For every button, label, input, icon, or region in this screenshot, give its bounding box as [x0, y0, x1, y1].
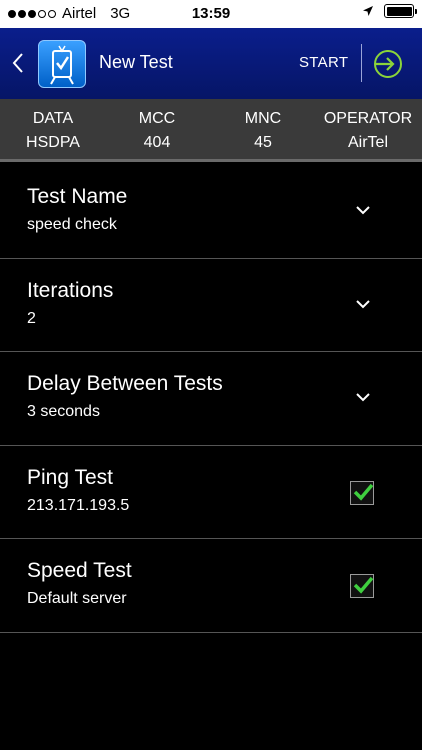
status-right	[362, 4, 417, 18]
setting-value: 3 seconds	[27, 403, 100, 420]
battery-icon	[384, 4, 417, 18]
info-operator: OPERATOR AirTel	[318, 107, 418, 155]
info-mnc-label: MNC	[244, 110, 282, 127]
info-mnc: MNC 45	[223, 107, 303, 155]
start-button[interactable]: START	[299, 54, 348, 71]
info-data-value: HSDPA	[26, 134, 80, 151]
arrow-circle-right-icon[interactable]	[372, 48, 404, 80]
chevron-down-icon[interactable]	[353, 297, 373, 311]
info-operator-label: OPERATOR	[323, 110, 413, 127]
checkmark-icon	[353, 483, 374, 501]
setting-delay[interactable]: Delay Between Tests 3 seconds	[0, 352, 422, 446]
status-bar: Airtel 3G 13:59	[0, 0, 422, 28]
nav-bar: New Test START	[0, 28, 422, 99]
setting-value: Default server	[27, 590, 127, 607]
info-mcc-label: MCC	[138, 110, 176, 127]
status-time: 13:59	[191, 5, 231, 22]
setting-value: speed check	[27, 216, 117, 233]
speed-test-checkbox[interactable]	[350, 574, 374, 598]
setting-title: Iterations	[27, 278, 114, 302]
info-operator-value: AirTel	[347, 134, 388, 151]
info-mcc-value: 404	[143, 134, 171, 151]
page-title: New Test	[99, 52, 173, 72]
chevron-down-icon[interactable]	[353, 390, 373, 404]
nav-divider	[361, 44, 362, 82]
setting-value: 213.171.193.5	[27, 496, 130, 514]
settings-list: Test Name speed check Iterations 2 Delay…	[0, 165, 422, 633]
setting-iterations[interactable]: Iterations 2	[0, 259, 422, 352]
setting-ping-test[interactable]: Ping Test 213.171.193.5	[0, 446, 422, 539]
app-logo-icon	[38, 40, 86, 88]
chevron-down-icon[interactable]	[353, 203, 373, 217]
info-mcc: MCC 404	[117, 107, 197, 155]
info-data-label: DATA	[32, 110, 74, 127]
setting-title: Test Name	[27, 185, 128, 208]
setting-test-name[interactable]: Test Name speed check	[0, 165, 422, 259]
chevron-left-icon[interactable]	[8, 48, 28, 78]
location-arrow-icon	[363, 6, 373, 16]
network-info-strip: DATA HSDPA MCC 404 MNC 45 OPERATOR AirTe…	[0, 99, 422, 162]
info-data: DATA HSDPA	[8, 107, 98, 155]
checkmark-icon	[353, 576, 374, 594]
setting-title: Delay Between Tests	[27, 372, 223, 395]
setting-title: Speed Test	[27, 559, 132, 582]
setting-speed-test[interactable]: Speed Test Default server	[0, 539, 422, 633]
ping-test-checkbox[interactable]	[350, 480, 374, 505]
setting-value: 2	[27, 309, 36, 327]
info-mnc-value: 45	[254, 134, 272, 151]
setting-title: Ping Test	[27, 465, 113, 489]
